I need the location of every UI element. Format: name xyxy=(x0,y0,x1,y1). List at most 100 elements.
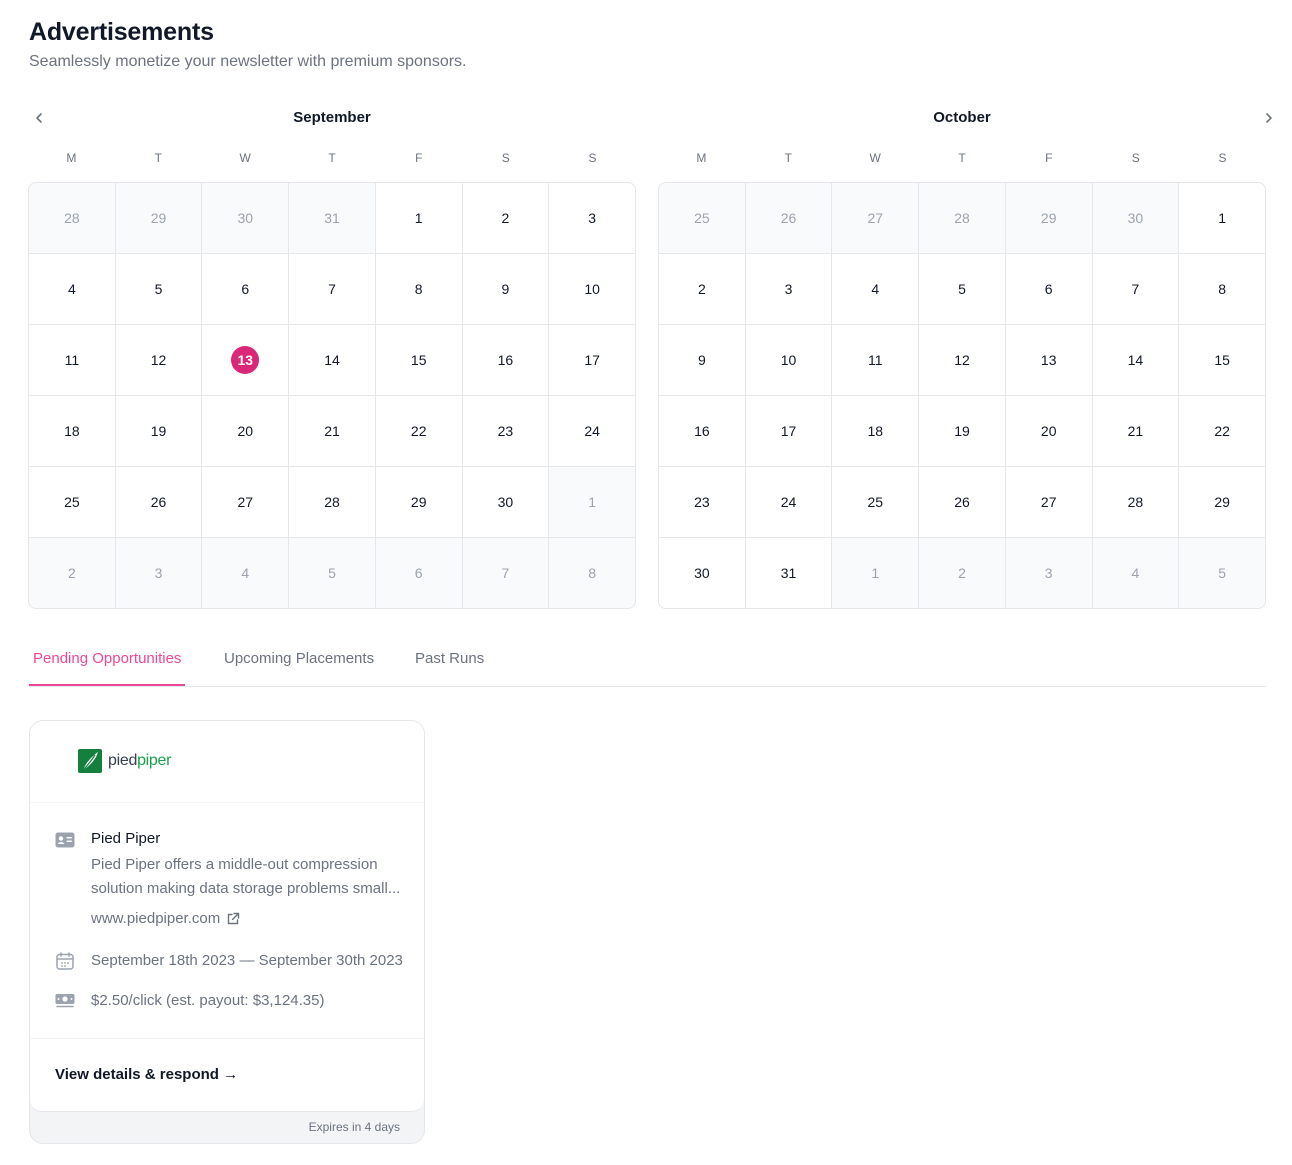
calendar-day[interactable]: 9 xyxy=(659,325,745,395)
calendar-day[interactable]: 27 xyxy=(832,183,919,253)
calendar-day[interactable]: 23 xyxy=(659,467,745,537)
calendar-day[interactable]: 14 xyxy=(1092,325,1179,395)
calendar-day[interactable]: 30 xyxy=(462,467,549,537)
calendar-day[interactable]: 26 xyxy=(745,183,832,253)
calendar-day[interactable]: 7 xyxy=(289,254,375,324)
calendar-day[interactable]: 28 xyxy=(29,183,115,253)
day-number: 10 xyxy=(780,352,797,368)
calendar-day[interactable]: 8 xyxy=(1179,254,1265,324)
page-subtitle: Seamlessly monetize your newsletter with… xyxy=(29,53,467,70)
view-details-respond-link[interactable]: View details & respond → xyxy=(55,1066,238,1083)
calendar-day[interactable]: 16 xyxy=(659,396,745,466)
calendar-day[interactable]: 29 xyxy=(1005,183,1092,253)
calendar-day[interactable]: 30 xyxy=(659,538,745,608)
calendar-day[interactable]: 29 xyxy=(375,467,462,537)
calendar-day[interactable]: 21 xyxy=(289,396,375,466)
calendar-day[interactable]: 9 xyxy=(462,254,549,324)
tab-past-runs[interactable]: Past Runs xyxy=(411,650,488,686)
calendar-day[interactable]: 10 xyxy=(549,254,635,324)
calendar-day[interactable]: 5 xyxy=(1179,538,1265,608)
day-number: 13 xyxy=(231,346,260,374)
calendar-day[interactable]: 3 xyxy=(1005,538,1092,608)
calendar-day[interactable]: 1 xyxy=(549,467,635,537)
calendar-day[interactable]: 2 xyxy=(462,183,549,253)
calendar-day[interactable]: 3 xyxy=(745,254,832,324)
card-body: piedpiper Pied Piper Pied Piper offers a… xyxy=(30,721,424,1112)
calendar-day[interactable]: 20 xyxy=(1005,396,1092,466)
calendar-day[interactable]: 31 xyxy=(289,183,375,253)
tab-pending-opportunities[interactable]: Pending Opportunities xyxy=(29,650,186,686)
calendar-day[interactable]: 12 xyxy=(115,325,202,395)
calendar-day[interactable]: 28 xyxy=(1092,467,1179,537)
next-month-button[interactable] xyxy=(1259,108,1279,128)
calendar-day[interactable]: 11 xyxy=(832,325,919,395)
calendar-day[interactable]: 1 xyxy=(832,538,919,608)
divider xyxy=(30,802,424,803)
calendar-day[interactable]: 5 xyxy=(919,254,1005,324)
calendar-day[interactable]: 7 xyxy=(462,538,549,608)
calendar-day[interactable]: 25 xyxy=(659,183,745,253)
calendar-day[interactable]: 11 xyxy=(29,325,115,395)
calendar-day[interactable]: 17 xyxy=(745,396,832,466)
calendar-day[interactable]: 24 xyxy=(549,396,635,466)
calendar-day[interactable]: 26 xyxy=(115,467,202,537)
calendar-day[interactable]: 29 xyxy=(115,183,202,253)
cash-icon xyxy=(55,991,75,1011)
calendar-day[interactable]: 6 xyxy=(1005,254,1092,324)
calendar-day[interactable]: 5 xyxy=(289,538,375,608)
calendar-day[interactable]: 8 xyxy=(375,254,462,324)
calendar-day[interactable]: 13 xyxy=(1005,325,1092,395)
day-number: 27 xyxy=(237,494,254,510)
calendar-day[interactable]: 19 xyxy=(115,396,202,466)
calendar-day[interactable]: 3 xyxy=(115,538,202,608)
calendar-day[interactable]: 25 xyxy=(29,467,115,537)
calendar-day[interactable]: 10 xyxy=(745,325,832,395)
calendar-day[interactable]: 2 xyxy=(919,538,1005,608)
calendar-day[interactable]: 1 xyxy=(1179,183,1265,253)
calendar-day[interactable]: 15 xyxy=(1179,325,1265,395)
day-number: 4 xyxy=(871,281,880,297)
calendar-day[interactable]: 19 xyxy=(919,396,1005,466)
calendar-day[interactable]: 18 xyxy=(29,396,115,466)
calendar-day[interactable]: 4 xyxy=(202,538,289,608)
calendar-day[interactable]: 30 xyxy=(1092,183,1179,253)
calendar-day[interactable]: 18 xyxy=(832,396,919,466)
calendar-day[interactable]: 20 xyxy=(202,396,289,466)
calendar-day[interactable]: 1 xyxy=(375,183,462,253)
calendar-day[interactable]: 3 xyxy=(549,183,635,253)
weekday-row: MTWTFSS xyxy=(28,134,636,182)
calendar-day[interactable]: 16 xyxy=(462,325,549,395)
calendar-day[interactable]: 21 xyxy=(1092,396,1179,466)
day-number: 23 xyxy=(694,494,710,510)
calendar-day[interactable]: 4 xyxy=(832,254,919,324)
calendar-day[interactable]: 14 xyxy=(289,325,375,395)
calendar-day[interactable]: 30 xyxy=(202,183,289,253)
tab-upcoming-placements[interactable]: Upcoming Placements xyxy=(220,650,378,686)
calendar-day[interactable]: 25 xyxy=(832,467,919,537)
company-website-link[interactable]: www.piedpiper.com xyxy=(91,910,240,927)
calendar-day[interactable]: 28 xyxy=(919,183,1005,253)
calendar-day[interactable]: 6 xyxy=(375,538,462,608)
calendar-day-today[interactable]: 13 xyxy=(202,325,289,395)
calendar-day[interactable]: 4 xyxy=(29,254,115,324)
calendar-day[interactable]: 28 xyxy=(289,467,375,537)
calendar-day[interactable]: 24 xyxy=(745,467,832,537)
calendar-day[interactable]: 29 xyxy=(1179,467,1265,537)
calendar-day[interactable]: 22 xyxy=(375,396,462,466)
calendar-day[interactable]: 27 xyxy=(202,467,289,537)
calendar-day[interactable]: 5 xyxy=(115,254,202,324)
calendar-day[interactable]: 27 xyxy=(1005,467,1092,537)
calendar-day[interactable]: 22 xyxy=(1179,396,1265,466)
calendar-day[interactable]: 23 xyxy=(462,396,549,466)
calendar-day[interactable]: 6 xyxy=(202,254,289,324)
calendar-day[interactable]: 15 xyxy=(375,325,462,395)
calendar-day[interactable]: 12 xyxy=(919,325,1005,395)
calendar-day[interactable]: 26 xyxy=(919,467,1005,537)
calendar-day[interactable]: 31 xyxy=(745,538,832,608)
calendar-day[interactable]: 7 xyxy=(1092,254,1179,324)
calendar-day[interactable]: 8 xyxy=(549,538,635,608)
calendar-day[interactable]: 2 xyxy=(29,538,115,608)
calendar-day[interactable]: 4 xyxy=(1092,538,1179,608)
calendar-day[interactable]: 17 xyxy=(549,325,635,395)
calendar-day[interactable]: 2 xyxy=(659,254,745,324)
